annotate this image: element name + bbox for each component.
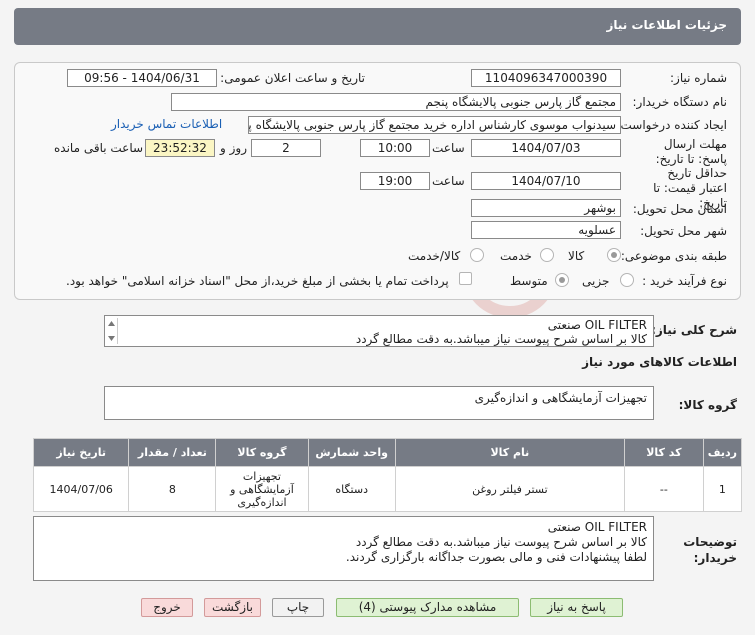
- validity-date-field[interactable]: 1404/07/10: [471, 172, 621, 190]
- col-qty-header: تعداد / مقدار: [128, 438, 217, 467]
- col-date-header: تاریخ نیاز: [32, 438, 130, 467]
- province-field[interactable]: بوشهر: [471, 199, 621, 217]
- goods-info-title: اطلاعات کالاهای مورد نیاز: [582, 355, 737, 369]
- requester-label: ایجاد کننده درخواست:: [616, 118, 727, 132]
- treasury-checkbox[interactable]: [459, 272, 472, 285]
- back-button[interactable]: بازگشت: [204, 598, 261, 617]
- cell-name: تستر فیلتر روغن: [394, 466, 626, 512]
- buyer-notes-line-3: لطفا پیشنهادات فنی و مالی بصورت جداگانه …: [345, 550, 647, 564]
- category-label: طبقه بندی موضوعی:: [620, 249, 727, 263]
- col-group-header: گروه کالا: [215, 438, 309, 467]
- process-label: نوع فرآیند خرید :: [642, 274, 727, 288]
- exit-button[interactable]: خروج: [141, 598, 193, 617]
- remaining-label: ساعت باقی مانده: [54, 141, 144, 155]
- deadline-time-field[interactable]: 10:00: [360, 139, 430, 157]
- process-option-medium: متوسط: [510, 274, 548, 288]
- days-label: روز و: [220, 141, 247, 155]
- process-option-minor: جزیی: [582, 274, 610, 288]
- requester-field[interactable]: سیدنواب موسوی کارشناس اداره خرید مجتمع گ…: [248, 116, 621, 134]
- cell-row: 1: [702, 466, 743, 512]
- goods-group-field[interactable]: تجهیزات آزمایشگاهی و اندازه‌گیری: [104, 386, 654, 420]
- validity-time-field[interactable]: 19:00: [360, 172, 430, 190]
- goods-group-value: تجهیزات آزمایشگاهی و اندازه‌گیری: [474, 391, 647, 405]
- col-code-header: کد کالا: [624, 438, 704, 467]
- print-button[interactable]: چاپ: [272, 598, 324, 617]
- buyer-notes-line-2: کالا بر اساس شرح پیوست نیاز میباشد.به دق…: [355, 535, 647, 549]
- process-radio-medium[interactable]: [555, 273, 569, 287]
- category-option-goods: کالا: [568, 249, 585, 263]
- deadline-label: مهلت ارسال پاسخ: تا تاریخ:: [655, 137, 727, 166]
- goods-group-label: گروه کالا:: [678, 398, 737, 412]
- buyer-contact-link[interactable]: اطلاعات تماس خریدار: [111, 117, 222, 131]
- table-row[interactable]: 1 -- تستر فیلتر روغن دستگاه تجهیزات آزما…: [32, 466, 743, 512]
- category-option-service: خدمت: [500, 249, 532, 263]
- need-number-label: شماره نیاز:: [670, 71, 727, 85]
- buyer-notes-textarea[interactable]: OIL FILTER صنعتی کالا بر اساس شرح پیوست …: [33, 516, 654, 581]
- category-radio-goods[interactable]: [607, 248, 621, 262]
- description-line-1: OIL FILTER صنعتی: [547, 318, 647, 332]
- col-unit-header: واحد شمارش: [307, 438, 396, 467]
- announce-label: تاریخ و ساعت اعلان عمومی:: [220, 71, 365, 85]
- deadline-time-label: ساعت: [432, 141, 465, 155]
- buyer-notes-line-1: OIL FILTER صنعتی: [547, 520, 647, 534]
- deadline-date-field[interactable]: 1404/07/03: [471, 139, 621, 157]
- header-bar: جزئیات اطلاعات نیاز: [14, 8, 741, 45]
- cell-unit: دستگاه: [307, 466, 396, 512]
- col-name-header: نام کالا: [394, 438, 626, 467]
- cell-qty: 8: [128, 466, 217, 512]
- cell-code: --: [624, 466, 704, 512]
- description-line-2: کالا بر اساس شرح پیوست نیاز میباشد.به دق…: [355, 332, 647, 346]
- city-field[interactable]: عسلویه: [471, 221, 621, 239]
- category-radio-both[interactable]: [470, 248, 484, 262]
- category-radio-service[interactable]: [540, 248, 554, 262]
- process-radio-minor[interactable]: [620, 273, 634, 287]
- need-number-field[interactable]: 1104096347000390: [471, 69, 621, 87]
- col-row-header: ردیف: [702, 438, 743, 467]
- category-option-both: کالا/خدمت: [408, 249, 461, 263]
- announce-field[interactable]: 1404/06/31 - 09:56: [67, 69, 217, 87]
- buyer-field[interactable]: مجتمع گاز پارس جنوبی پالایشگاه پنجم: [171, 93, 621, 111]
- view-attachments-button[interactable]: مشاهده مدارک پیوستی (4): [336, 598, 519, 617]
- description-textarea[interactable]: OIL FILTER صنعتی کالا بر اساس شرح پیوست …: [104, 315, 654, 347]
- city-label: شهر محل تحویل:: [640, 224, 727, 238]
- validity-time-label: ساعت: [432, 174, 465, 188]
- description-label: شرح کلی نیاز:: [651, 323, 737, 337]
- deadline-days-field[interactable]: 2: [251, 139, 321, 157]
- table-header-row: ردیف کد کالا نام کالا واحد شمارش گروه کا…: [32, 438, 743, 467]
- buyer-label: نام دستگاه خریدار:: [632, 95, 728, 109]
- items-table: ردیف کد کالا نام کالا واحد شمارش گروه کا…: [32, 438, 743, 512]
- buyer-notes-label: توضیحات خریدار:: [683, 535, 737, 565]
- province-label: استان محل تحویل:: [632, 202, 727, 216]
- treasury-note: پرداخت تمام یا بخشی از مبلغ خرید،از محل …: [66, 274, 449, 288]
- remaining-time-field: 23:52:32: [145, 139, 215, 157]
- page-title: جزئیات اطلاعات نیاز: [606, 18, 727, 32]
- cell-group: تجهیزات آزمایشگاهی و اندازه‌گیری: [215, 466, 309, 512]
- cell-date: 1404/07/06: [32, 466, 130, 512]
- reply-button[interactable]: پاسخ به نیاز: [530, 598, 623, 617]
- description-scrollbar[interactable]: [107, 318, 118, 344]
